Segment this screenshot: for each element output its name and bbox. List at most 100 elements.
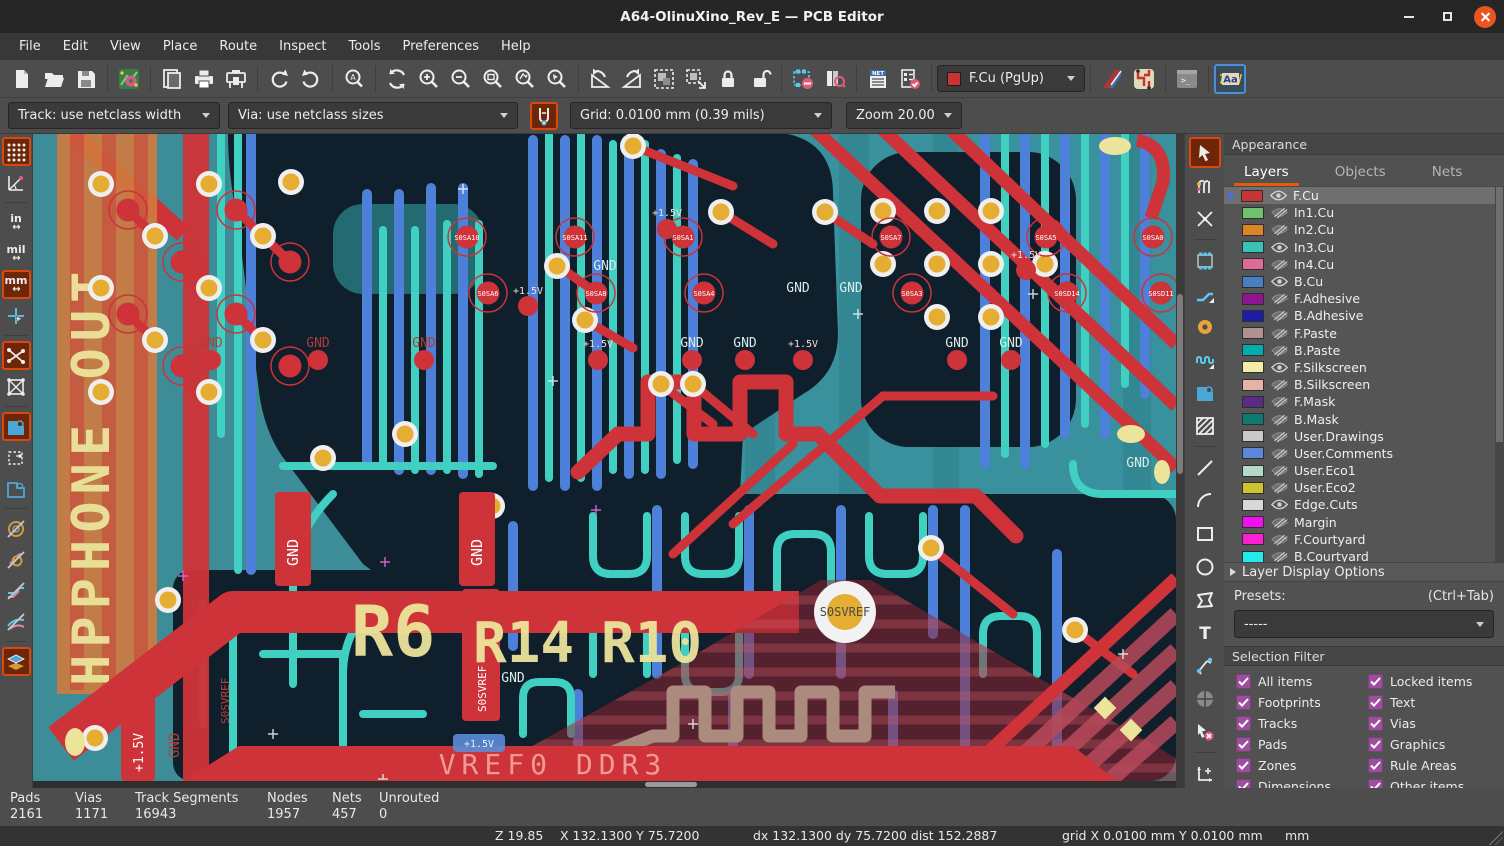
pad-sketch-mode-button[interactable] — [2, 545, 31, 574]
layer-color-swatch[interactable] — [1241, 190, 1263, 202]
menu-item[interactable]: Preferences — [392, 35, 490, 58]
layer-row[interactable]: F.Adhesive — [1224, 290, 1504, 307]
design-rules-check-button[interactable] — [894, 64, 926, 94]
layer-row[interactable]: Edge.Cuts — [1224, 496, 1504, 513]
zone-outline-mode-button[interactable] — [2, 474, 31, 503]
layer-color-swatch[interactable] — [1242, 379, 1264, 391]
select-tool-button[interactable] — [1189, 137, 1221, 168]
layer-row[interactable]: In3.Cu — [1224, 239, 1504, 256]
layers-scrollbar[interactable] — [1495, 187, 1504, 562]
layer-row[interactable]: F.Courtyard — [1224, 531, 1504, 548]
page-settings-button[interactable] — [156, 64, 188, 94]
checkbox[interactable] — [1368, 779, 1383, 788]
zoom-dropdown[interactable]: Zoom 20.00 — [846, 102, 962, 129]
layer-row[interactable]: F.Mask — [1224, 393, 1504, 410]
rotate-cw-button[interactable] — [616, 64, 648, 94]
netlist-button[interactable]: NET — [862, 64, 894, 94]
draw-arc-button[interactable] — [1189, 485, 1221, 516]
filter-checkbox-item[interactable]: Rule Areas — [1368, 758, 1504, 773]
checkbox[interactable] — [1236, 716, 1251, 731]
board-setup-button[interactable] — [113, 64, 145, 94]
visibility-eye-icon[interactable] — [1270, 429, 1288, 443]
visibility-eye-icon[interactable] — [1270, 309, 1288, 323]
zoom-in-button[interactable] — [413, 64, 445, 94]
layer-row[interactable]: User.Comments — [1224, 445, 1504, 462]
visibility-eye-icon[interactable] — [1270, 464, 1288, 478]
maximize-button[interactable] — [1436, 6, 1458, 28]
visibility-eye-icon[interactable] — [1270, 206, 1288, 220]
zone-fill-mode-button[interactable] — [2, 412, 31, 441]
place-via-button[interactable] — [1189, 311, 1221, 342]
menu-item[interactable]: Tools — [337, 35, 391, 58]
visibility-eye-icon[interactable] — [1270, 515, 1288, 529]
grid-dropdown[interactable]: Grid: 0.0100 mm (0.39 mils) — [570, 102, 832, 129]
s0svref-via[interactable]: S0SVREF — [814, 581, 876, 643]
route-tracks-button[interactable] — [1189, 278, 1221, 309]
plot-button[interactable] — [220, 64, 252, 94]
layer-color-swatch[interactable] — [1242, 533, 1264, 545]
layer-color-swatch[interactable] — [1242, 207, 1264, 219]
close-button[interactable] — [1474, 6, 1496, 28]
menu-item[interactable]: Route — [208, 35, 268, 58]
layer-color-swatch[interactable] — [1242, 465, 1264, 477]
new-board-button[interactable] — [6, 64, 38, 94]
layer-color-swatch[interactable] — [1242, 258, 1264, 270]
lock-button[interactable] — [712, 64, 744, 94]
visibility-eye-icon[interactable] — [1270, 446, 1288, 460]
checkbox[interactable] — [1236, 674, 1251, 689]
layer-row[interactable]: In1.Cu — [1224, 204, 1504, 221]
layer-row[interactable]: F.Silkscreen — [1224, 359, 1504, 376]
layer-row[interactable]: User.Eco2 — [1224, 479, 1504, 496]
checkbox[interactable] — [1368, 674, 1383, 689]
layer-color-swatch[interactable] — [1242, 430, 1264, 442]
layer-color-swatch[interactable] — [1242, 499, 1264, 511]
redo-button[interactable] — [295, 64, 327, 94]
add-text-button[interactable]: T — [1189, 617, 1221, 648]
visibility-eye-icon[interactable] — [1270, 240, 1288, 254]
ungroup-button[interactable] — [680, 64, 712, 94]
via-sketch-mode-button[interactable] — [2, 514, 31, 543]
draw-circle-button[interactable] — [1189, 551, 1221, 582]
checkbox[interactable] — [1236, 737, 1251, 752]
grid-visibility-button[interactable] — [2, 137, 31, 166]
find-button[interactable]: A — [338, 64, 370, 94]
visibility-eye-icon[interactable] — [1270, 378, 1288, 392]
menu-item[interactable]: File — [8, 35, 52, 58]
visibility-eye-icon[interactable] — [1270, 481, 1288, 495]
filter-checkbox-item[interactable]: Footprints — [1236, 695, 1368, 710]
zone-outline-dashed-button[interactable] — [2, 443, 31, 472]
track-width-dropdown[interactable]: Track: use netclass width — [8, 102, 220, 129]
footprint-editor-button[interactable] — [787, 64, 819, 94]
layer-presets-manager-button[interactable] — [1096, 64, 1128, 94]
filter-checkbox-item[interactable]: All items — [1236, 674, 1368, 689]
grid-origin-button[interactable] — [1189, 758, 1221, 789]
filter-checkbox-item[interactable]: Zones — [1236, 758, 1368, 773]
layer-row[interactable]: B.Mask — [1224, 410, 1504, 427]
menu-item[interactable]: Help — [490, 35, 542, 58]
unlock-button[interactable] — [744, 64, 776, 94]
draw-line-button[interactable] — [1189, 452, 1221, 483]
layer-color-swatch[interactable] — [1242, 361, 1264, 373]
track-sketch-mode-button[interactable] — [2, 576, 31, 605]
units-mils-button[interactable]: mil↔ — [2, 239, 31, 268]
filter-checkbox-item[interactable]: Locked items — [1368, 674, 1504, 689]
auto-track-width-button[interactable] — [530, 102, 558, 130]
local-ratsnest-button[interactable] — [1189, 203, 1221, 234]
curved-ratsnest-button[interactable] — [2, 607, 31, 636]
checkbox[interactable] — [1236, 779, 1251, 788]
layer-color-swatch[interactable] — [1242, 482, 1264, 494]
net-inspector-button[interactable] — [1128, 64, 1160, 94]
layer-display-options[interactable]: Layer Display Options — [1224, 562, 1504, 582]
draw-rectangle-button[interactable] — [1189, 518, 1221, 549]
layer-row[interactable]: B.Paste — [1224, 342, 1504, 359]
zoom-selection-button[interactable] — [541, 64, 573, 94]
layer-row[interactable]: F.Paste — [1224, 325, 1504, 342]
visibility-eye-icon[interactable] — [1270, 395, 1288, 409]
add-dimension-button[interactable] — [1189, 650, 1221, 681]
high-contrast-mode-button[interactable] — [2, 647, 31, 676]
ratsnest-visibility-button[interactable] — [2, 341, 31, 370]
layer-row[interactable]: User.Drawings — [1224, 428, 1504, 445]
pcb-canvas[interactable]: HPPHONE OUT GND VRE — [33, 134, 1176, 781]
filter-checkbox-item[interactable]: Vias — [1368, 716, 1504, 731]
visibility-eye-icon[interactable] — [1270, 275, 1288, 289]
